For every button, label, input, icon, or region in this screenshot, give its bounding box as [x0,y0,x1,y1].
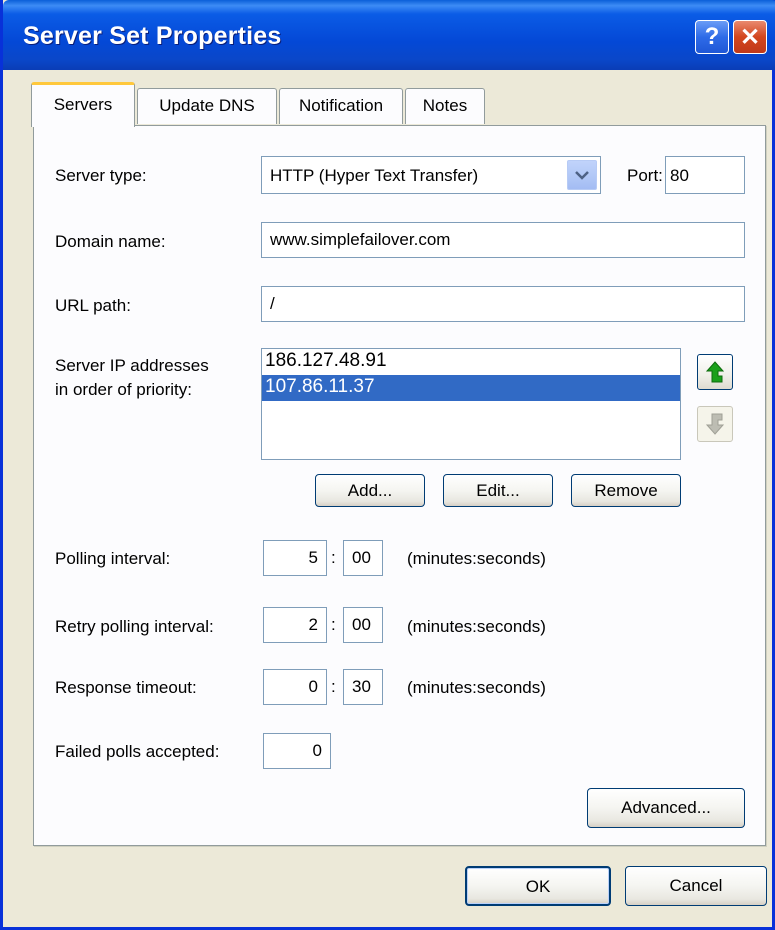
failed-polls-value: 0 [312,741,322,760]
arrow-up-icon [706,361,724,383]
polling-colon: : [331,548,336,567]
url-path-value: / [270,294,275,313]
domain-name-input[interactable]: www.simplefailover.com [261,222,745,258]
close-button[interactable]: ✕ [733,20,767,54]
polling-seconds-input[interactable]: 00 [343,540,383,576]
polling-seconds-value: 00 [352,548,371,567]
close-icon: ✕ [739,23,761,51]
url-path-label: URL path: [55,296,131,315]
advanced-button[interactable]: Advanced... [587,788,745,828]
tab-servers[interactable]: Servers [31,82,135,127]
tab-update-dns-label: Update DNS [159,96,255,115]
timeout-minutes-input[interactable]: 0 [263,669,327,705]
retry-minutes-input[interactable]: 2 [263,607,327,643]
ok-button-label: OK [525,877,551,896]
polling-units-label: (minutes:seconds) [407,549,546,568]
chevron-down-icon [575,171,589,180]
cancel-button[interactable]: Cancel [625,866,767,906]
failed-polls-label: Failed polls accepted: [55,742,220,761]
server-ip-list[interactable]: 186.127.48.91 107.86.11.37 [261,348,681,460]
retry-interval-label: Retry polling interval: [55,617,214,636]
port-label: Port: [627,166,663,185]
timeout-seconds-value: 30 [352,677,371,696]
cancel-button-label: Cancel [669,876,723,895]
tab-notification[interactable]: Notification [279,88,403,124]
arrow-down-icon [706,413,724,435]
add-ip-button[interactable]: Add... [315,474,425,507]
ok-button[interactable]: OK [465,866,611,906]
polling-minutes-value: 5 [308,548,318,567]
timeout-seconds-input[interactable]: 30 [343,669,383,705]
move-up-button[interactable] [697,354,733,390]
edit-ip-button[interactable]: Edit... [443,474,553,507]
advanced-button-label: Advanced... [621,798,711,817]
server-type-select[interactable]: HTTP (Hyper Text Transfer) [261,156,601,194]
retry-units-label: (minutes:seconds) [407,617,546,636]
retry-minutes-value: 2 [308,615,318,634]
timeout-minutes-value: 0 [308,677,318,696]
move-down-button[interactable] [697,406,733,442]
timeout-colon: : [331,677,336,696]
retry-colon: : [331,615,336,634]
response-timeout-label: Response timeout: [55,678,197,697]
domain-name-value: www.simplefailover.com [270,230,451,249]
port-value: 80 [670,166,689,185]
tab-notes[interactable]: Notes [405,88,485,124]
timeout-units-label: (minutes:seconds) [407,678,546,697]
failed-polls-input[interactable]: 0 [263,733,331,769]
dialog-window: Server Set Properties ? ✕ Servers Update… [0,0,775,930]
window-title: Server Set Properties [23,22,282,50]
ip-list-label-line1: Server IP addresses [55,356,209,375]
server-type-dropdown-button[interactable] [567,160,597,190]
tab-notes-label: Notes [422,96,468,115]
polling-minutes-input[interactable]: 5 [263,540,327,576]
port-input[interactable]: 80 [665,156,745,194]
retry-seconds-input[interactable]: 00 [343,607,383,643]
polling-interval-label: Polling interval: [55,549,171,568]
edit-ip-button-label: Edit... [476,481,520,500]
remove-ip-button[interactable]: Remove [571,474,681,507]
help-icon: ? [704,23,720,50]
tab-notification-label: Notification [298,96,384,115]
domain-name-label: Domain name: [55,232,166,251]
retry-seconds-value: 00 [352,615,371,634]
server-type-value: HTTP (Hyper Text Transfer) [270,166,479,185]
tab-update-dns[interactable]: Update DNS [137,88,277,124]
ip-list-item[interactable]: 107.86.11.37 [262,375,680,401]
tab-servers-label: Servers [53,95,113,114]
remove-ip-button-label: Remove [594,481,658,500]
title-bar[interactable]: Server Set Properties ? ✕ [3,0,775,70]
url-path-input[interactable]: / [261,286,745,322]
help-button[interactable]: ? [695,20,729,54]
ip-list-label-line2: in order of priority: [55,380,192,399]
ip-list-item[interactable]: 186.127.48.91 [262,349,680,375]
add-ip-button-label: Add... [347,481,393,500]
server-type-label: Server type: [55,166,147,185]
